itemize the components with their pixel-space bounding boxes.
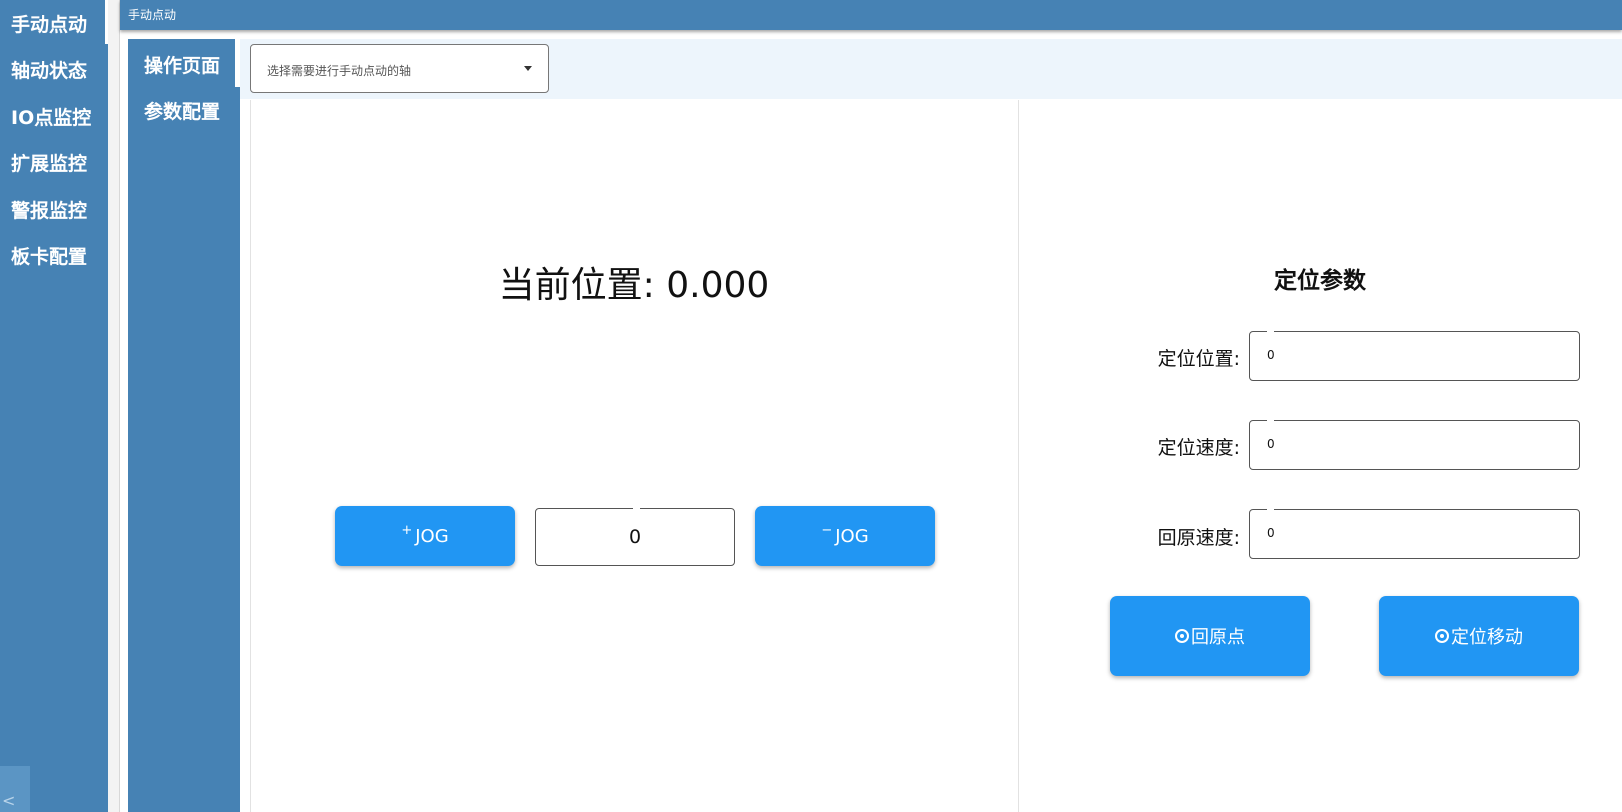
- sub-navigation: 操作页面 参数配置: [128, 39, 240, 812]
- sidebar-item-alarm-monitor[interactable]: 警报监控: [11, 196, 87, 223]
- sidebar-item-axis-status[interactable]: 轴动状态: [11, 56, 87, 83]
- sidebar-item-extension-monitor[interactable]: 扩展监控: [11, 149, 87, 176]
- axis-select-dropdown[interactable]: 选择需要进行手动点动的轴: [250, 44, 549, 93]
- target-position-label: 定位位置:: [1157, 348, 1240, 370]
- sidebar-item-manual-jog[interactable]: 手动点动: [11, 10, 87, 37]
- sidebar-item-board-config[interactable]: 板卡配置: [11, 242, 87, 269]
- main-sidebar: 手动点动 轴动状态 IO点监控 扩展监控 警报监控 板卡配置: [0, 0, 108, 812]
- input-notch: [1267, 507, 1274, 513]
- target-position-input[interactable]: 0: [1249, 329, 1580, 381]
- homing-speed-input[interactable]: 0: [1249, 507, 1580, 559]
- chevron-left-icon: <: [2, 791, 16, 810]
- positioning-speed-value: 0: [1267, 437, 1275, 451]
- radio-circle-icon: [1175, 629, 1189, 643]
- positioning-speed-input[interactable]: 0: [1249, 418, 1580, 470]
- caret-down-icon: [524, 66, 532, 71]
- input-notch: [1267, 418, 1274, 424]
- homing-speed-value: 0: [1267, 526, 1275, 540]
- tab-operation-page[interactable]: 操作页面: [144, 51, 220, 78]
- tab-parameter-config[interactable]: 参数配置: [144, 97, 220, 124]
- positioning-speed-label: 定位速度:: [1157, 437, 1240, 459]
- sidebar-divider: [108, 0, 120, 812]
- homing-speed-label: 回原速度:: [1157, 527, 1240, 549]
- target-position-value: 0: [1267, 348, 1275, 362]
- positioning-params-title: 定位参数: [1274, 268, 1366, 294]
- radio-circle-icon: [1435, 629, 1449, 643]
- sidebar-item-io-monitor[interactable]: IO点监控: [11, 103, 91, 130]
- collapse-sidebar-button[interactable]: <: [0, 766, 30, 812]
- page-title: 手动点动: [128, 8, 177, 22]
- move-button-label: 定位移动: [1451, 627, 1523, 648]
- move-to-position-button[interactable]: 定位移动: [1379, 596, 1579, 676]
- top-bar: 手动点动: [120, 0, 1622, 30]
- home-button-label: 回原点: [1191, 627, 1245, 648]
- input-notch: [633, 506, 640, 512]
- input-notch: [1267, 329, 1274, 335]
- axis-select-placeholder: 选择需要进行手动点动的轴: [267, 64, 412, 78]
- home-button[interactable]: 回原点: [1110, 596, 1310, 676]
- current-position-readout: 当前位置: 0.000: [498, 265, 770, 306]
